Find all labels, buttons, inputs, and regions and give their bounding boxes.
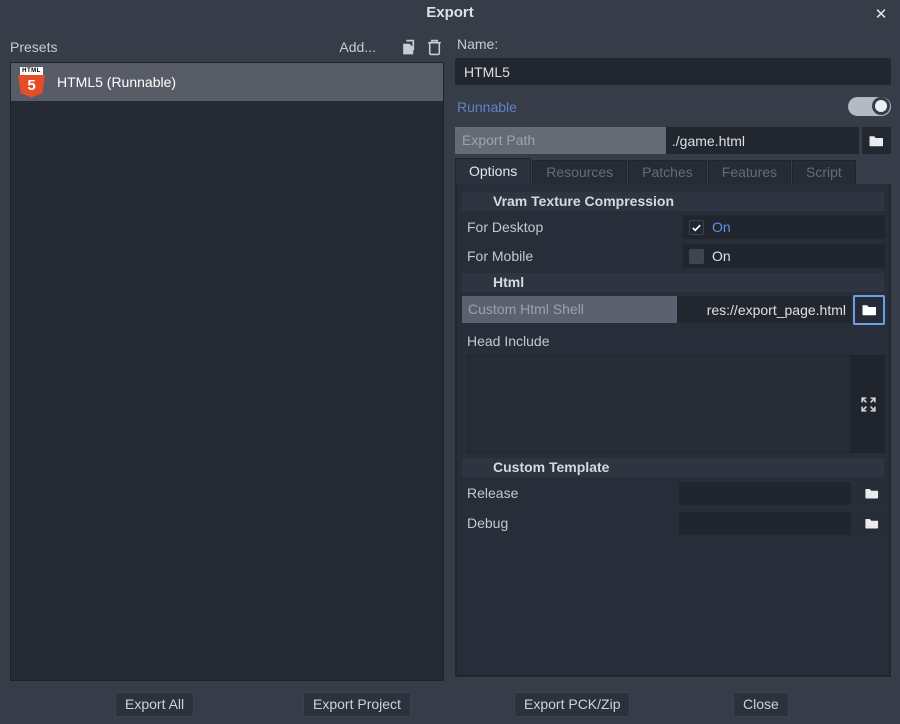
debug-input[interactable] bbox=[679, 512, 851, 535]
prop-row-debug: Debug bbox=[467, 511, 885, 535]
export-path-input[interactable] bbox=[666, 127, 859, 154]
add-preset-button[interactable]: Add... bbox=[339, 39, 376, 55]
presets-header: Presets Add... bbox=[10, 32, 444, 62]
section-html: Html bbox=[462, 273, 884, 292]
custom-html-shell-folder-icon[interactable] bbox=[853, 295, 885, 325]
dialog-titlebar: Export ✕ bbox=[0, 0, 900, 28]
custom-html-shell-label: Custom Html Shell bbox=[462, 296, 677, 323]
head-include-editor bbox=[467, 355, 885, 453]
dialog-footer: Export All Export Project Export PCK/Zip… bbox=[0, 677, 900, 724]
release-folder-icon[interactable] bbox=[857, 481, 885, 505]
for-mobile-on-label: On bbox=[712, 248, 731, 264]
runnable-toggle[interactable] bbox=[848, 97, 891, 116]
export-project-button[interactable]: Export Project bbox=[303, 692, 411, 717]
close-icon[interactable]: ✕ bbox=[870, 3, 892, 25]
tab-resources[interactable]: Resources bbox=[532, 160, 627, 184]
for-desktop-value: On bbox=[683, 215, 885, 239]
presets-panel: Presets Add... HTML 5 HTML5 (Runnable) bbox=[10, 32, 444, 681]
runnable-label: Runnable bbox=[457, 99, 517, 115]
head-include-gutter bbox=[851, 355, 885, 453]
section-custom-template: Custom Template bbox=[462, 458, 884, 477]
prop-row-release: Release bbox=[467, 481, 885, 505]
section-vram-texture-compression: Vram Texture Compression bbox=[462, 192, 884, 211]
custom-html-shell-input[interactable] bbox=[677, 296, 851, 323]
preset-list: HTML 5 HTML5 (Runnable) bbox=[10, 62, 444, 681]
for-desktop-checkbox[interactable] bbox=[689, 220, 704, 235]
preset-item-label: HTML5 (Runnable) bbox=[57, 74, 176, 90]
tab-options[interactable]: Options bbox=[455, 158, 531, 184]
for-mobile-checkbox[interactable] bbox=[689, 249, 704, 264]
toggle-knob bbox=[875, 100, 887, 112]
release-input[interactable] bbox=[679, 482, 851, 505]
for-desktop-label: For Desktop bbox=[467, 219, 683, 235]
export-pck-zip-button[interactable]: Export PCK/Zip bbox=[514, 692, 630, 717]
name-label: Name: bbox=[455, 32, 891, 58]
head-include-label: Head Include bbox=[467, 330, 885, 352]
tab-features[interactable]: Features bbox=[708, 160, 791, 184]
presets-label: Presets bbox=[10, 39, 339, 55]
head-include-textarea[interactable] bbox=[467, 355, 851, 453]
dialog-title: Export bbox=[0, 0, 900, 26]
close-button[interactable]: Close bbox=[733, 692, 789, 717]
duplicate-preset-icon[interactable] bbox=[398, 37, 418, 57]
for-mobile-value: On bbox=[683, 244, 885, 268]
prop-row-custom-html-shell: Custom Html Shell bbox=[462, 296, 885, 323]
name-input[interactable] bbox=[455, 58, 891, 85]
expand-icon[interactable] bbox=[860, 396, 877, 413]
delete-preset-icon[interactable] bbox=[424, 37, 444, 57]
tab-patches[interactable]: Patches bbox=[628, 160, 707, 184]
prop-row-for-desktop: For Desktop On bbox=[467, 215, 885, 239]
for-mobile-label: For Mobile bbox=[467, 248, 683, 264]
debug-folder-icon[interactable] bbox=[857, 511, 885, 535]
release-label: Release bbox=[467, 485, 679, 501]
export-all-button[interactable]: Export All bbox=[115, 692, 194, 717]
preset-item-html5[interactable]: HTML 5 HTML5 (Runnable) bbox=[11, 63, 443, 101]
options-tab-bar: Options Resources Patches Features Scrip… bbox=[455, 158, 891, 184]
debug-label: Debug bbox=[467, 515, 679, 531]
export-path-folder-icon[interactable] bbox=[862, 127, 891, 154]
html5-badge-top: HTML bbox=[20, 67, 43, 75]
html5-logo-icon: HTML 5 bbox=[18, 67, 45, 98]
html5-badge-shield: 5 bbox=[18, 75, 45, 98]
tab-script[interactable]: Script bbox=[792, 160, 856, 184]
prop-row-for-mobile: For Mobile On bbox=[467, 244, 885, 268]
for-desktop-on-label: On bbox=[712, 219, 731, 235]
options-panel: Vram Texture Compression For Desktop On … bbox=[455, 184, 891, 677]
export-path-label: Export Path bbox=[455, 127, 666, 154]
export-settings-panel: Name: Runnable Export Path Options Resou… bbox=[455, 32, 891, 677]
